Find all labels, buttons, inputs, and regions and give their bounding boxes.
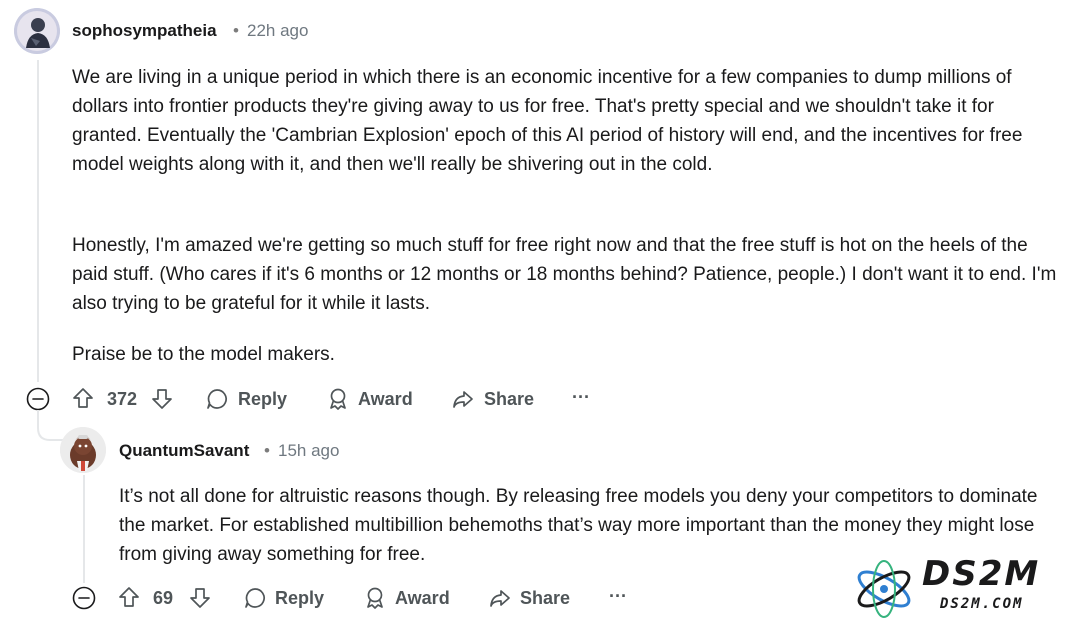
thread-line[interactable] <box>83 475 85 583</box>
watermark: DS2M DS2M.COM <box>852 554 1072 620</box>
atom-logo-icon <box>857 560 911 618</box>
award-button[interactable]: Award <box>395 588 450 609</box>
thread-line[interactable] <box>37 60 39 382</box>
separator-dot: • <box>233 21 239 40</box>
avatar[interactable] <box>14 8 60 54</box>
award-icon[interactable] <box>363 586 387 610</box>
comment-bubble-icon[interactable] <box>243 586 267 610</box>
collapse-icon[interactable] <box>26 387 50 411</box>
comment-bubble-icon[interactable] <box>205 387 229 411</box>
vote-count: 69 <box>153 588 174 608</box>
share-icon[interactable] <box>451 387 475 411</box>
separator-dot: • <box>264 441 270 460</box>
timestamp[interactable]: 22h ago <box>247 21 308 41</box>
avatar[interactable] <box>60 427 106 473</box>
share-button[interactable]: Share <box>484 389 534 410</box>
watermark-brand: DS2M <box>922 554 1041 594</box>
downvote-icon[interactable] <box>188 586 212 610</box>
collapse-icon[interactable] <box>72 586 96 610</box>
more-icon[interactable]: ··· <box>609 586 627 607</box>
comment-paragraph: We are living in a unique period in whic… <box>72 67 1023 175</box>
vote-count: 372 <box>107 389 138 409</box>
award-button[interactable]: Award <box>358 389 413 410</box>
timestamp[interactable]: 15h ago <box>278 441 339 461</box>
share-icon[interactable] <box>488 586 512 610</box>
more-icon[interactable]: ··· <box>572 387 590 408</box>
reply-button[interactable]: Reply <box>238 389 287 410</box>
comment-paragraph: Praise be to the model makers. <box>72 344 335 365</box>
downvote-icon[interactable] <box>150 387 174 411</box>
share-button[interactable]: Share <box>520 588 570 609</box>
reply-button[interactable]: Reply <box>275 588 324 609</box>
username[interactable]: QuantumSavant <box>119 441 249 461</box>
award-icon[interactable] <box>326 387 350 411</box>
watermark-url: DS2M.COM <box>940 596 1024 612</box>
upvote-icon[interactable] <box>117 585 141 609</box>
comment-paragraph: Honestly, I'm amazed we're getting so mu… <box>72 235 1057 314</box>
upvote-icon[interactable] <box>71 386 95 410</box>
username[interactable]: sophosympatheia <box>72 21 217 41</box>
